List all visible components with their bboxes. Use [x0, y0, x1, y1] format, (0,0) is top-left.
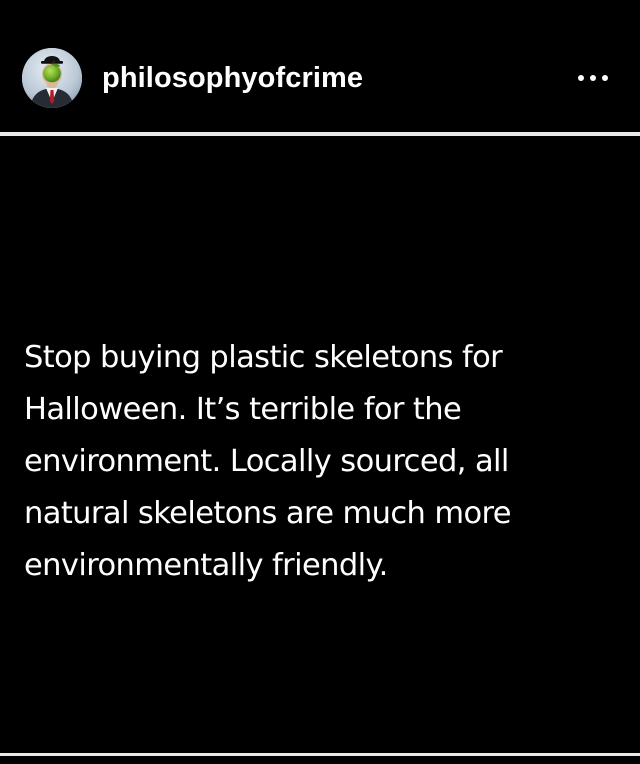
ellipsis-icon [578, 75, 608, 81]
instagram-post-screenshot: philosophyofcrime Stop buying plastic sk… [0, 0, 640, 764]
footer-divider [0, 753, 640, 756]
post-text: Stop buying plastic skeletons for Hallow… [24, 332, 638, 592]
post-body: Stop buying plastic skeletons for Hallow… [0, 136, 640, 753]
post-header: philosophyofcrime [0, 0, 640, 132]
post-text-line: Stop buying plastic skeletons for [24, 340, 503, 375]
more-options-button[interactable] [566, 64, 620, 92]
avatar[interactable] [22, 48, 82, 108]
post-text-line: environmentally friendly. [24, 548, 388, 583]
post-text-line: natural skeletons are much more [24, 496, 512, 531]
post-text-line: Halloween. It’s terrible for the [24, 392, 462, 427]
post-text-line: environment. Locally sourced, all [24, 444, 509, 479]
username[interactable]: philosophyofcrime [102, 60, 363, 96]
profile-picture-icon [22, 48, 82, 108]
